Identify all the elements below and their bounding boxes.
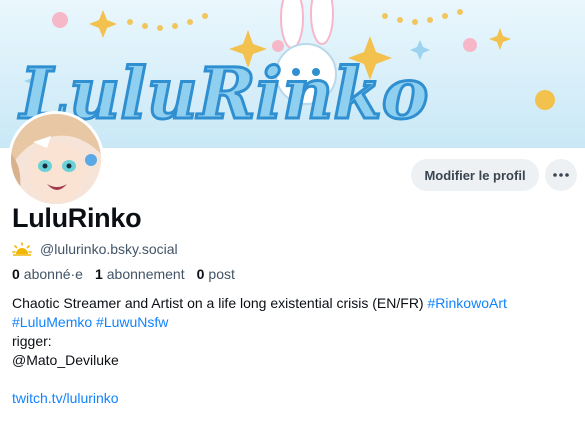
posts-label: post — [208, 266, 235, 282]
avatar-image — [11, 114, 101, 204]
bio-line-3: rigger: — [12, 333, 52, 349]
posts-count: 0 — [196, 266, 205, 282]
more-options-button[interactable] — [545, 159, 577, 191]
hashtag-link[interactable]: #LuwuNsfw — [96, 314, 168, 330]
followers-stat[interactable]: 0 abonné·e — [12, 266, 83, 282]
hashtag-link[interactable]: #RinkowoArt — [428, 295, 507, 311]
twitch-link[interactable]: twitch.tv/lulurinko — [12, 390, 119, 406]
bio-line-4: @Mato_Deviluke — [12, 352, 119, 368]
profile-stats: 0 abonné·e 1 abonnement 0 post — [12, 266, 235, 282]
avatar[interactable] — [8, 111, 104, 207]
sun-weather-icon — [12, 242, 32, 256]
following-label: abonnement — [106, 266, 185, 282]
more-horizontal-icon — [553, 173, 569, 177]
edit-profile-button[interactable]: Modifier le profil — [411, 159, 539, 191]
edit-profile-label: Modifier le profil — [424, 167, 526, 183]
profile-bio: Chaotic Streamer and Artist on a life lo… — [12, 294, 582, 408]
following-count: 1 — [94, 266, 103, 282]
following-stat[interactable]: 1 abonnement — [95, 266, 185, 282]
posts-stat: 0 post — [197, 266, 235, 282]
pink-bead — [463, 38, 477, 52]
bio-line-2: #LuluMemko #LuwuNsfw — [12, 313, 582, 332]
handle: @lulurinko.bsky.social — [40, 241, 178, 257]
bio-line-1: Chaotic Streamer and Artist on a life lo… — [12, 294, 582, 313]
hashtag-link[interactable]: #LuluMemko — [12, 314, 92, 330]
pink-bead — [52, 12, 68, 28]
gold-bell — [535, 90, 555, 110]
bio-blank-line — [12, 370, 582, 389]
handle-row: @lulurinko.bsky.social — [12, 241, 178, 257]
followers-count: 0 — [12, 266, 20, 282]
followers-label: abonné·e — [23, 266, 83, 282]
display-name: LuluRinko — [12, 203, 142, 233]
bio-text: Chaotic Streamer and Artist on a life lo… — [12, 295, 428, 311]
